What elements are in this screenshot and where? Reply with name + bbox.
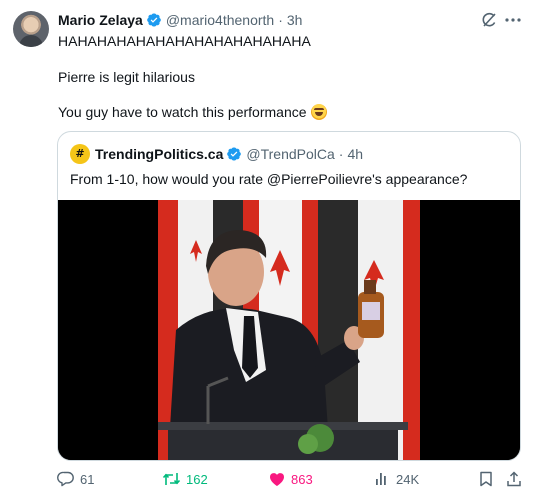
retweet-icon <box>162 473 181 485</box>
quoted-tweet[interactable]: # TrendingPolitics.ca @TrendPolCa · 4h F… <box>57 131 521 461</box>
reply-count: 61 <box>80 471 95 487</box>
video-frame <box>58 200 520 460</box>
more-icon[interactable] <box>504 11 522 29</box>
views-button[interactable]: 24K <box>373 470 419 488</box>
views-count: 24K <box>396 471 420 487</box>
author-handle[interactable]: @mario4thenorth <box>166 11 274 29</box>
action-bar: 61 162 863 24K <box>0 470 534 492</box>
quote-header: # TrendingPolitics.ca @TrendPolCa · 4h <box>70 144 363 164</box>
retweet-button[interactable]: 162 <box>162 470 208 488</box>
tweet-time[interactable]: 3h <box>287 11 303 29</box>
separator-dot: · <box>338 146 344 162</box>
video-player[interactable] <box>58 200 520 460</box>
verified-badge-icon[interactable] <box>146 12 162 28</box>
like-button[interactable]: 863 <box>268 470 313 488</box>
quote-avatar[interactable]: # <box>70 144 90 164</box>
separator-dot: · <box>278 12 283 28</box>
share-icon <box>507 471 521 487</box>
tweet-text-line-3-label: You guy have to watch this performance <box>58 104 307 120</box>
grok-icon[interactable] <box>480 11 498 29</box>
bookmark-icon <box>480 471 492 487</box>
quote-author-name[interactable]: TrendingPolitics.ca <box>95 145 223 163</box>
retweet-count: 162 <box>186 471 208 487</box>
like-count: 863 <box>291 471 313 487</box>
verified-badge-icon <box>226 146 242 162</box>
like-heart-icon <box>269 473 285 486</box>
author-avatar[interactable] <box>13 11 49 47</box>
bookmark-button[interactable] <box>477 470 500 488</box>
views-icon <box>376 473 386 485</box>
reply-button[interactable]: 61 <box>57 470 94 488</box>
tweet-header: Mario Zelaya @mario4thenorth · 3h <box>58 11 302 29</box>
rofl-emoji <box>310 104 327 120</box>
author-name[interactable]: Mario Zelaya <box>58 11 143 29</box>
quote-time: 4h <box>347 146 364 162</box>
tweet-text-line-2: Pierre is legit hilarious <box>58 69 195 85</box>
share-button[interactable] <box>505 470 528 488</box>
quote-text: From 1-10, how would you rate @PierrePoi… <box>70 171 468 187</box>
reply-icon <box>57 471 74 487</box>
quote-author-handle: @TrendPolCa <box>246 146 335 162</box>
tweet-text-line-1: HAHAHAHAHAHAHAHAHAHAHAHAHA <box>58 33 311 49</box>
tweet-card[interactable]: Mario Zelaya @mario4thenorth · 3h HAHAHA… <box>0 0 534 499</box>
tweet-text-line-3: You guy have to watch this performance <box>58 103 327 121</box>
